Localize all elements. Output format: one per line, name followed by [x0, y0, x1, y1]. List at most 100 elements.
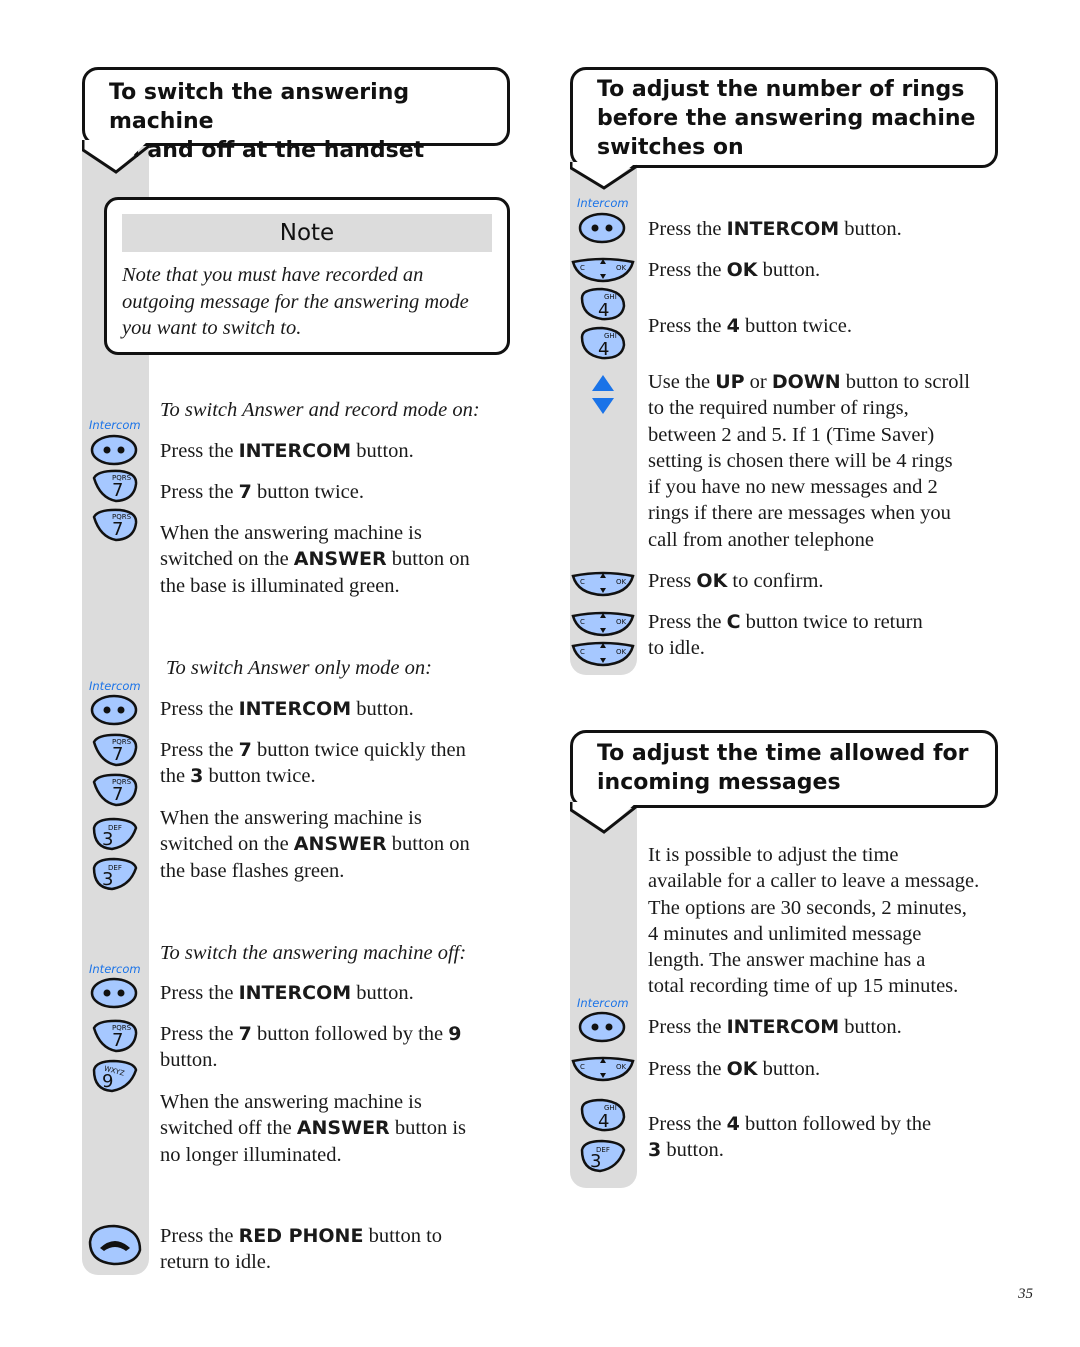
intercom-label: Intercom	[89, 962, 141, 976]
step-text: Press the INTERCOM button.	[160, 982, 414, 1004]
svg-text:OK: OK	[616, 578, 627, 586]
key-4-icon: 4GHI	[580, 326, 626, 360]
svg-text:7: 7	[112, 480, 123, 501]
key-7-icon: 7PQRS	[92, 469, 138, 503]
svg-text:OK: OK	[616, 1063, 627, 1071]
step-text: When the answering machine is switched o…	[160, 807, 470, 882]
left-heading-callout: To switch the answering machine on and o…	[82, 67, 510, 163]
step-text: Press the 7 button followed by the 9 but…	[160, 1023, 462, 1072]
svg-text:4: 4	[598, 339, 609, 360]
svg-text:C: C	[580, 648, 585, 656]
left-heading-line2: on and off at the handset	[109, 138, 425, 163]
time-heading-callout: To adjust the time allowed for incoming …	[570, 730, 998, 808]
step-text: Press the 7 button twice.	[160, 481, 364, 503]
nav-ok-key-icon: C OK	[571, 1056, 635, 1082]
svg-text:3: 3	[102, 829, 113, 850]
step-text: Press the 7 button twice quickly then th…	[160, 739, 466, 788]
step-text: Press the INTERCOM button.	[160, 698, 414, 720]
section-subtitle: To switch Answer only mode on:	[166, 657, 432, 679]
step-text: When the answering machine is switched o…	[160, 522, 470, 597]
time-heading-line: incoming messages	[597, 770, 841, 795]
svg-text:DEF: DEF	[596, 1146, 610, 1154]
nav-ok-key-icon: C OK	[571, 257, 635, 283]
key-4-icon: 4GHI	[580, 287, 626, 321]
svg-text:OK: OK	[616, 264, 627, 272]
intercom-label: Intercom	[89, 418, 141, 432]
rings-heading-line: switches on	[597, 135, 744, 160]
svg-text:C: C	[580, 618, 585, 626]
key-4-icon: 4GHI	[580, 1098, 626, 1132]
step-text: When the answering machine is switched o…	[160, 1091, 467, 1166]
time-heading-line: To adjust the time allowed for	[597, 741, 969, 766]
svg-text:7: 7	[112, 784, 123, 805]
step-text: Press OK to confirm.	[648, 570, 824, 592]
svg-text:3: 3	[590, 1151, 601, 1172]
step-text: Press the INTERCOM button.	[648, 218, 902, 240]
intercom-key-icon	[578, 212, 626, 244]
intercom-key-icon	[578, 1011, 626, 1043]
step-text: Press the 4 button followed by the 3 but…	[648, 1113, 932, 1162]
note-text: Note that you must have recorded an outg…	[122, 262, 495, 342]
section-subtitle: To switch the answering machine off:	[160, 942, 467, 964]
intercom-label: Intercom	[577, 996, 629, 1010]
intercom-key-icon	[90, 694, 138, 726]
note-line: outgoing message for the answering mode	[122, 290, 469, 313]
svg-text:4: 4	[598, 300, 609, 321]
svg-text:PQRS: PQRS	[112, 778, 132, 786]
key-7-icon: 7PQRS	[92, 733, 138, 767]
svg-text:PQRS: PQRS	[112, 513, 132, 521]
svg-text:7: 7	[112, 744, 123, 765]
step-text: Use the UP or DOWN button to scroll to t…	[648, 371, 970, 551]
intercom-key-icon	[90, 977, 138, 1009]
svg-text:7: 7	[112, 519, 123, 540]
note-box: Note Note that you must have recorded an…	[104, 197, 510, 355]
note-line: you want to switch to.	[122, 317, 302, 339]
intercom-label: Intercom	[577, 196, 629, 210]
key-7-icon: 7PQRS	[92, 773, 138, 807]
svg-text:4: 4	[598, 1111, 609, 1132]
intercom-label: Intercom	[89, 679, 141, 693]
key-7-icon: 7PQRS	[92, 508, 138, 542]
callout-tail	[82, 140, 150, 174]
note-title: Note	[122, 214, 492, 252]
svg-text:PQRS: PQRS	[112, 738, 132, 746]
up-down-arrows-icon	[592, 375, 614, 414]
step-text: Press the C button twice to return to id…	[648, 611, 923, 660]
step-text: Press the RED PHONE button to return to …	[160, 1225, 443, 1274]
time-intro-text: It is possible to adjust the time availa…	[648, 844, 980, 998]
red-phone-key-icon	[88, 1224, 142, 1266]
nav-c-key-icon: C OK	[571, 641, 635, 667]
svg-text:PQRS: PQRS	[112, 1024, 132, 1032]
key-7-icon: 7PQRS	[92, 1019, 138, 1053]
callout-tail	[570, 802, 638, 834]
svg-text:GHI: GHI	[604, 1104, 617, 1112]
svg-text:OK: OK	[616, 618, 627, 626]
callout-tail	[570, 162, 638, 190]
nav-c-key-icon: C OK	[571, 611, 635, 637]
step-text: Press the INTERCOM button.	[160, 440, 414, 462]
step-text: Press the 4 button twice.	[648, 315, 852, 337]
left-heading-line1: To switch the answering machine	[109, 80, 410, 134]
step-text: Press the INTERCOM button.	[648, 1016, 902, 1038]
step-text: Press the OK button.	[648, 1058, 821, 1080]
key-9-icon: 9WXYZ	[92, 1059, 138, 1093]
key-3-icon: 3DEF	[92, 857, 138, 891]
rings-heading-line: before the answering machine	[597, 106, 976, 131]
svg-text:7: 7	[112, 1030, 123, 1051]
note-line: Note that you must have recorded an	[122, 264, 424, 286]
key-3-icon: 3DEF	[92, 817, 138, 851]
svg-text:PQRS: PQRS	[112, 474, 132, 482]
key-3-icon: 3DEF	[580, 1139, 626, 1173]
svg-text:DEF: DEF	[108, 864, 122, 872]
rings-heading-line: To adjust the number of rings	[597, 77, 965, 102]
svg-text:3: 3	[102, 869, 113, 890]
rings-heading-callout: To adjust the number of rings before the…	[570, 67, 998, 168]
svg-text:GHI: GHI	[604, 332, 617, 340]
svg-text:C: C	[580, 578, 585, 586]
page-number: 35	[1018, 1286, 1033, 1302]
svg-text:C: C	[580, 1063, 585, 1071]
svg-text:GHI: GHI	[604, 293, 617, 301]
svg-text:DEF: DEF	[108, 824, 122, 832]
nav-ok-key-icon: C OK	[571, 571, 635, 597]
intercom-key-icon	[90, 434, 138, 466]
